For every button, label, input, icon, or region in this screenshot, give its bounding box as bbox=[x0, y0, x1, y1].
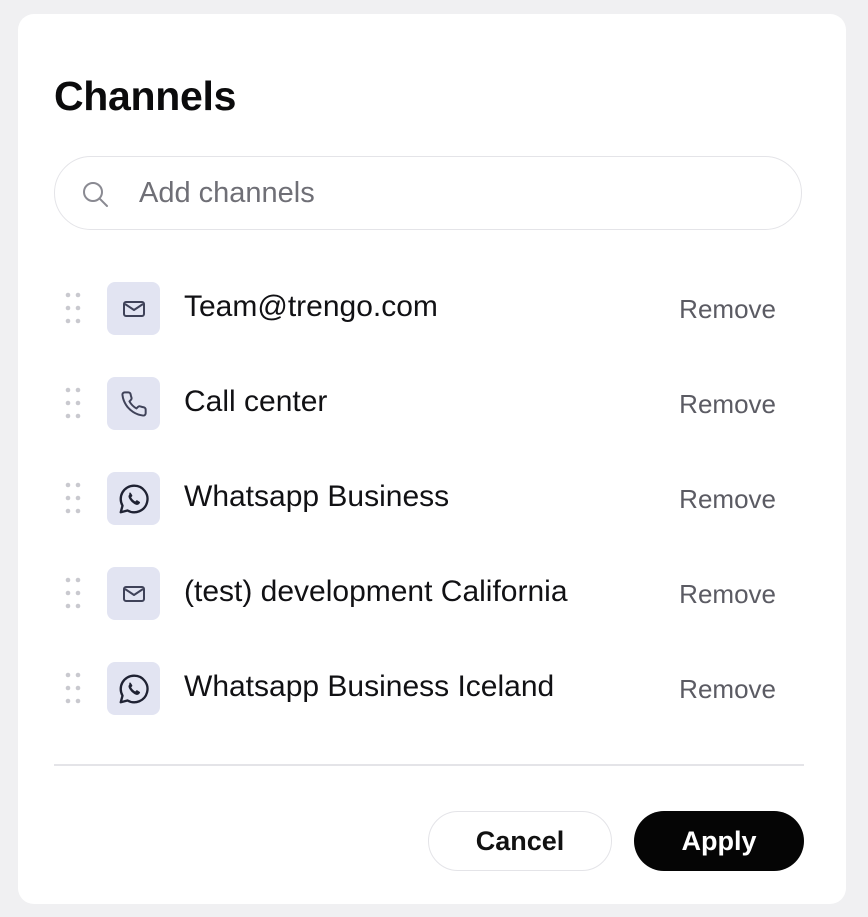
whatsapp-icon bbox=[107, 662, 160, 715]
mail-icon bbox=[107, 282, 160, 335]
channel-name: Whatsapp Business Iceland bbox=[184, 670, 555, 703]
channel-name: Team@trengo.com bbox=[184, 290, 438, 323]
channel-row: Whatsapp Business Iceland Remove bbox=[54, 660, 802, 716]
drag-handle-icon[interactable] bbox=[64, 670, 82, 706]
remove-button[interactable]: Remove bbox=[679, 292, 776, 326]
search-input[interactable] bbox=[139, 157, 759, 229]
apply-button[interactable]: Apply bbox=[634, 811, 804, 871]
channel-row: Whatsapp Business Remove bbox=[54, 470, 802, 526]
whatsapp-icon bbox=[107, 472, 160, 525]
drag-handle-icon[interactable] bbox=[64, 290, 82, 326]
footer-divider bbox=[54, 764, 804, 766]
dialog-title: Channels bbox=[54, 73, 237, 119]
drag-handle-icon[interactable] bbox=[64, 385, 82, 421]
remove-button[interactable]: Remove bbox=[679, 387, 776, 421]
remove-button[interactable]: Remove bbox=[679, 672, 776, 706]
drag-handle-icon[interactable] bbox=[64, 480, 82, 516]
remove-button[interactable]: Remove bbox=[679, 577, 776, 611]
remove-button[interactable]: Remove bbox=[679, 482, 776, 516]
channel-name: Call center bbox=[184, 385, 328, 418]
channel-row: (test) development California Remove bbox=[54, 565, 802, 621]
mail-icon bbox=[107, 567, 160, 620]
channel-row: Team@trengo.com Remove bbox=[54, 280, 802, 336]
phone-icon bbox=[107, 377, 160, 430]
channel-name: (test) development California bbox=[184, 575, 568, 608]
channel-row: Call center Remove bbox=[54, 375, 802, 431]
drag-handle-icon[interactable] bbox=[64, 575, 82, 611]
cancel-button[interactable]: Cancel bbox=[428, 811, 612, 871]
channel-name: Whatsapp Business bbox=[184, 480, 450, 513]
channels-dialog: Channels Team@trengo.com Remove bbox=[18, 14, 846, 904]
search-field[interactable] bbox=[54, 156, 802, 230]
search-icon bbox=[83, 182, 108, 207]
